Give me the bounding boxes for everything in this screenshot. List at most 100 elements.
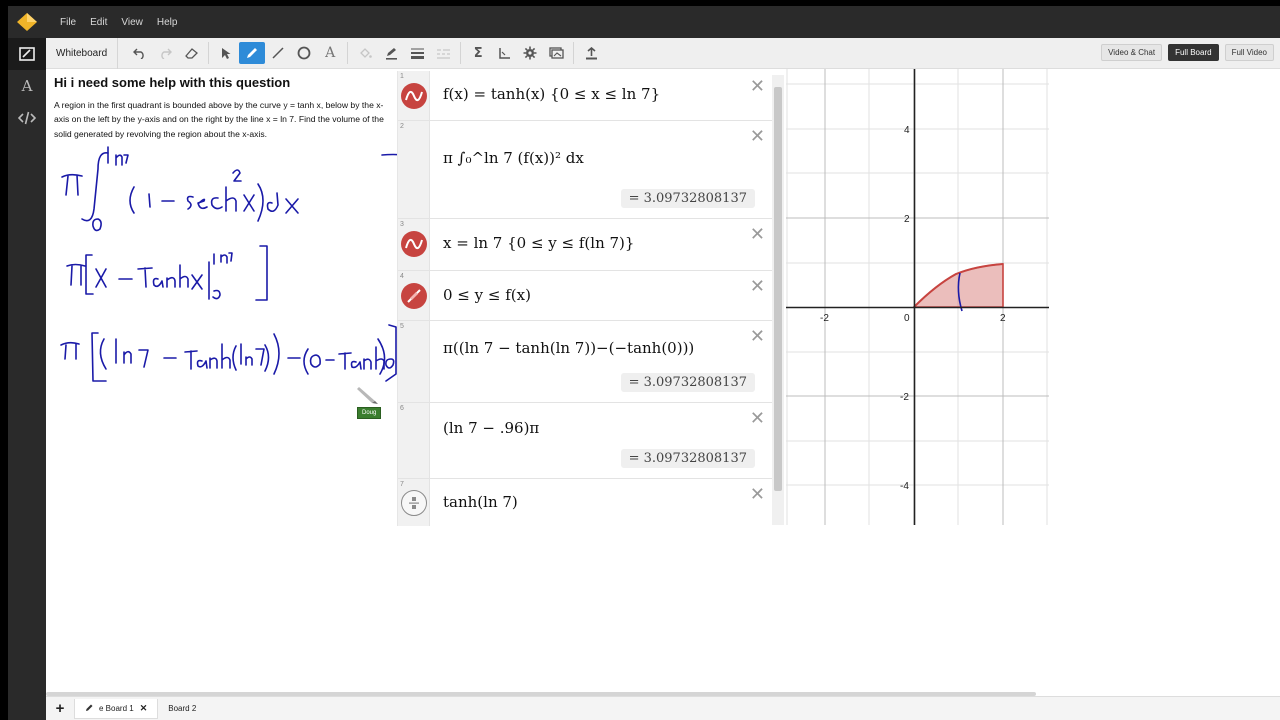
menu-help[interactable]: Help: [157, 17, 178, 28]
menu-view[interactable]: View: [121, 17, 143, 28]
graph-canvas[interactable]: -2 0 2 4 2 -2 -4: [786, 69, 1049, 525]
ink-paren-open-3: [99, 338, 107, 370]
image-button[interactable]: [543, 42, 569, 64]
curve-icon[interactable]: [401, 231, 427, 257]
stroke-color-button[interactable]: [378, 42, 404, 64]
gear-icon: [523, 46, 537, 60]
expression-row[interactable]: 5 π((ln 7 − tanh(ln 7))−(−tanh(0))) = 3.…: [398, 321, 773, 403]
ink-x-2: [95, 268, 107, 288]
expression-input[interactable]: f(x) = tanh(x) {0 ≤ x ≤ ln 7}: [443, 85, 660, 103]
expression-row[interactable]: 4 0 ≤ y ≤ f(x) ✕: [398, 271, 773, 321]
tab-board-2[interactable]: Board 2: [158, 700, 206, 717]
ink-pi-3: [60, 341, 80, 360]
line-style-button[interactable]: [430, 42, 456, 64]
text-button[interactable]: A: [317, 42, 343, 64]
add-board-button[interactable]: +: [46, 700, 74, 717]
board-type-label: Whiteboard: [46, 37, 119, 69]
x-tick-label: 2: [1000, 313, 1006, 324]
line-width-button[interactable]: [404, 42, 430, 64]
full-video-button[interactable]: Full Video: [1224, 44, 1274, 61]
expression-result: = 3.09732808137: [620, 373, 755, 392]
expression-row[interactable]: 2 π ∫₀^ln 7 (f(x))² dx = 3.09732808137 ✕: [398, 121, 773, 219]
graph-button[interactable]: [491, 42, 517, 64]
eraser-button[interactable]: [178, 42, 204, 64]
ink-sech: [186, 186, 237, 212]
pen-button[interactable]: [239, 42, 266, 64]
line-button[interactable]: [265, 42, 291, 64]
expression-row[interactable]: 3 x = ln 7 {0 ≤ y ≤ f(ln 7)} ✕: [398, 219, 773, 271]
expression-input[interactable]: π((ln 7 − tanh(ln 7))−(−tanh(0))): [443, 339, 694, 357]
expression-row[interactable]: 6 (ln 7 − .96)π = 3.09732808137 ✕: [398, 403, 773, 479]
menu-edit[interactable]: Edit: [90, 17, 107, 28]
equation-button[interactable]: Σ: [465, 42, 491, 64]
ink-tanh0: [338, 346, 395, 370]
redo-icon: [160, 48, 172, 59]
whiteboard-mode-button[interactable]: [8, 38, 46, 70]
line-style-icon: [436, 48, 450, 59]
line-width-icon: [410, 48, 424, 59]
delete-expression-icon[interactable]: ✕: [750, 409, 765, 427]
ink-paren-open-4: [303, 348, 309, 375]
eraser-icon: [184, 48, 198, 59]
code-icon: [18, 111, 36, 125]
ink-squared: [232, 169, 242, 182]
expression-input[interactable]: (ln 7 − .96)π: [443, 419, 539, 437]
menu-bar: File Edit View Help: [8, 6, 1280, 38]
ink-x: [243, 194, 255, 212]
x-tick-label: 0: [904, 313, 910, 324]
select-button[interactable]: [213, 42, 239, 64]
line-icon: [272, 47, 284, 59]
full-board-button[interactable]: Full Board: [1168, 44, 1219, 61]
y-tick-label: 4: [904, 125, 910, 136]
expression-scrollbar[interactable]: [772, 75, 784, 525]
undo-button[interactable]: [126, 42, 152, 64]
delete-expression-icon[interactable]: ✕: [750, 277, 765, 295]
sigma-icon: Σ: [473, 45, 483, 61]
app-logo: [8, 6, 46, 38]
inequality-icon[interactable]: [401, 283, 427, 309]
expression-row[interactable]: 1 f(x) = tanh(x) {0 ≤ x ≤ ln 7} ✕: [398, 71, 773, 121]
x-tick-label: -2: [820, 313, 829, 324]
menu-file[interactable]: File: [60, 17, 76, 28]
whiteboard-canvas[interactable]: Hi i need some help with this question A…: [46, 69, 1280, 696]
expression-list: 1 f(x) = tanh(x) {0 ≤ x ≤ ln 7} ✕ 2 π ∫₀…: [397, 71, 773, 526]
curve-icon[interactable]: [401, 83, 427, 109]
ink-x-3: [191, 274, 203, 290]
expression-input[interactable]: x = ln 7 {0 ≤ y ≤ f(ln 7)}: [443, 234, 634, 252]
text-mode-button[interactable]: A: [8, 70, 46, 102]
ink-limits-2: [212, 252, 233, 300]
settings-button[interactable]: [517, 42, 543, 64]
graph-panel[interactable]: -2 0 2 4 2 -2 -4: [786, 69, 1049, 525]
fraction-icon[interactable]: [401, 490, 427, 516]
code-mode-button[interactable]: [8, 102, 46, 134]
delete-expression-icon[interactable]: ✕: [750, 327, 765, 345]
delete-expression-icon[interactable]: ✕: [750, 127, 765, 145]
close-tab-icon[interactable]: ✕: [140, 703, 148, 714]
redo-button[interactable]: [152, 42, 178, 64]
fill-button[interactable]: [352, 42, 378, 64]
whiteboard-icon: [19, 47, 35, 61]
video-chat-button[interactable]: Video & Chat: [1101, 44, 1163, 61]
delete-expression-icon[interactable]: ✕: [750, 225, 765, 243]
handwritten-work: [60, 146, 397, 382]
expression-input[interactable]: tanh(ln 7): [443, 493, 518, 511]
ink-tanh: [137, 264, 189, 288]
remote-user-tag: Doug: [357, 407, 382, 419]
upload-icon: [585, 46, 597, 59]
expression-input[interactable]: 0 ≤ y ≤ f(x): [443, 286, 531, 304]
delete-expression-icon[interactable]: ✕: [750, 77, 765, 95]
ink-bracket-close-3: [385, 324, 397, 382]
shape-button[interactable]: [291, 42, 317, 64]
ink-bracket-close-2: [255, 245, 268, 301]
ink-dx: [266, 192, 299, 214]
ink-pi-2: [66, 263, 86, 286]
expression-input[interactable]: π ∫₀^ln 7 (f(x))² dx: [443, 149, 584, 167]
expression-row[interactable]: 7 tanh(ln 7) ✕: [398, 479, 773, 526]
delete-expression-icon[interactable]: ✕: [750, 485, 765, 503]
ink-upper-limit: [107, 146, 129, 166]
tab-board-1[interactable]: e Board 1 ✕: [74, 698, 159, 719]
ink-lower-limit: [92, 218, 102, 232]
text-icon: A: [21, 77, 33, 95]
scrollbar-thumb[interactable]: [774, 87, 782, 491]
upload-button[interactable]: [578, 42, 604, 64]
